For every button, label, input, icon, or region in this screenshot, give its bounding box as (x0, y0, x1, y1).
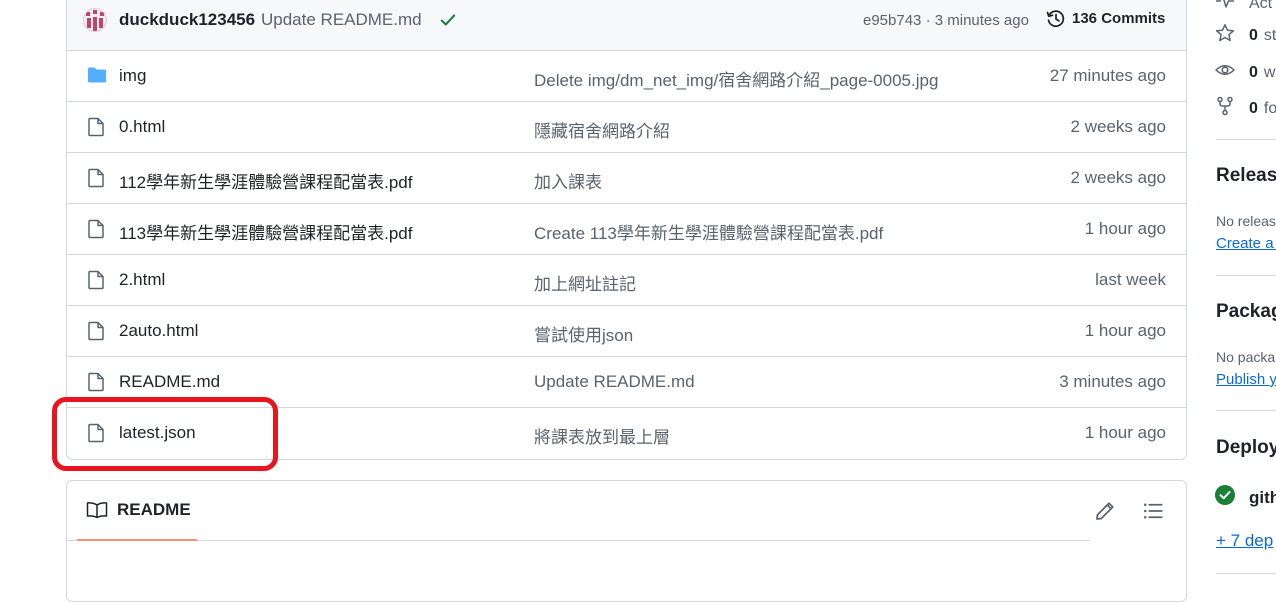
file-row[interactable]: 113學年新生學涯體驗營課程配當表.pdf Create 113學年新生學涯體驗… (67, 204, 1186, 255)
file-icon (87, 219, 105, 244)
star-icon (1215, 23, 1235, 48)
list-unordered-icon[interactable] (1143, 501, 1163, 526)
sidebar-divider (1216, 275, 1276, 276)
file-commit-message[interactable]: Create 113學年新生學涯體驗營課程配當表.pdf (534, 219, 883, 244)
forks-count: 0 (1249, 99, 1258, 117)
file-name[interactable]: 0.html (119, 117, 165, 137)
file-icon (87, 423, 105, 448)
file-row[interactable]: 0.html 隱藏宿舍網路介紹 2 weeks ago (67, 102, 1186, 153)
file-row[interactable]: img Delete img/dm_net_img/宿舍網路介紹_page-00… (67, 51, 1186, 102)
sidebar-divider (1216, 139, 1276, 140)
readme-panel: README (66, 480, 1187, 602)
file-commit-time: 27 minutes ago (1049, 66, 1166, 85)
deployment-item[interactable]: gith (1215, 485, 1276, 510)
pulse-icon (1215, 0, 1235, 15)
file-icon (87, 270, 105, 295)
readme-title: README (117, 500, 191, 519)
file-name[interactable]: README.md (119, 372, 220, 392)
check-icon[interactable] (439, 11, 457, 34)
folder-icon (87, 66, 107, 89)
file-commit-time: 2 weeks ago (1070, 168, 1166, 187)
file-icon (87, 372, 105, 397)
file-commit-message[interactable]: 將課表放到最上層 (534, 423, 670, 448)
success-check-icon (1215, 485, 1235, 510)
sidebar-forks[interactable]: 0 fo (1215, 96, 1276, 121)
file-commit-time: last week (1095, 270, 1166, 289)
file-row[interactable]: 2auto.html 嘗試使用json 1 hour ago (67, 306, 1186, 357)
file-row[interactable]: 112學年新生學涯體驗營課程配當表.pdf 加入課表 2 weeks ago (67, 153, 1186, 204)
file-commit-time: 3 minutes ago (1059, 372, 1166, 391)
releases-empty-text: No releas (1216, 213, 1276, 229)
readme-header: README (67, 481, 1090, 541)
deployments-heading[interactable]: Deploy (1216, 437, 1276, 459)
commit-sha-time[interactable]: e95b743 · 3 minutes ago (863, 12, 1029, 29)
watching-label: w (1263, 63, 1276, 81)
pencil-icon[interactable] (1095, 501, 1115, 526)
file-icon (87, 168, 105, 193)
sidebar-divider (1216, 573, 1276, 574)
file-row[interactable]: latest.json 將課表放到最上層 1 hour ago (67, 408, 1186, 458)
file-commit-message[interactable]: Update README.md (534, 372, 695, 392)
repo-sidebar: Act 0 st 0 w 0 fo Releas No releas Creat… (1215, 0, 1276, 581)
publish-package-link[interactable]: Publish yo (1216, 371, 1276, 388)
packages-empty-text: No packa (1216, 349, 1276, 365)
file-commit-time: 1 hour ago (1084, 423, 1166, 442)
author-avatar[interactable] (83, 8, 107, 32)
file-commit-message[interactable]: 加入課表 (534, 168, 602, 193)
file-commit-time: 1 hour ago (1084, 321, 1166, 340)
packages-heading[interactable]: Packag (1216, 301, 1276, 323)
latest-commit-bar: duckduck123456 Update README.md e95b743 … (67, 0, 1186, 51)
file-icon (87, 117, 105, 142)
releases-heading[interactable]: Releas (1216, 165, 1276, 187)
file-name[interactable]: 2auto.html (119, 321, 198, 341)
file-row[interactable]: README.md Update README.md 3 minutes ago (67, 357, 1186, 408)
sidebar-activity[interactable]: Act (1215, 0, 1272, 15)
stars-count: 0 (1249, 26, 1258, 44)
file-commit-message[interactable]: 嘗試使用json (534, 321, 633, 346)
file-browser: duckduck123456 Update README.md e95b743 … (66, 0, 1187, 460)
watching-count: 0 (1249, 63, 1258, 81)
stars-label: st (1263, 26, 1276, 44)
fork-icon (1215, 96, 1235, 121)
sidebar-watching[interactable]: 0 w (1215, 60, 1275, 85)
file-name[interactable]: 2.html (119, 270, 165, 290)
more-deployments-link[interactable]: + 7 dep (1216, 531, 1273, 551)
eye-icon (1215, 60, 1235, 85)
file-commit-time: 2 weeks ago (1070, 117, 1166, 136)
file-commit-message[interactable]: Delete img/dm_net_img/宿舍網路介紹_page-0005.j… (534, 66, 938, 91)
file-name[interactable]: 112學年新生學涯體驗營課程配當表.pdf (119, 168, 412, 193)
readme-tab[interactable]: README (77, 481, 197, 541)
file-name[interactable]: 113學年新生學涯體驗營課程配當表.pdf (119, 219, 412, 244)
deployment-name: gith (1249, 487, 1276, 507)
forks-label: fo (1263, 99, 1276, 117)
sidebar-divider (1216, 410, 1276, 411)
file-row[interactable]: 2.html 加上網址註記 last week (67, 255, 1186, 306)
book-icon (86, 501, 108, 524)
create-release-link[interactable]: Create a n (1216, 235, 1276, 252)
sidebar-activity-label: Act (1249, 0, 1273, 12)
commit-message[interactable]: Update README.md (261, 10, 422, 30)
commit-author[interactable]: duckduck123456 (119, 10, 255, 30)
history-icon[interactable] (1046, 9, 1066, 34)
file-commit-message[interactable]: 隱藏宿舍網路介紹 (534, 117, 670, 142)
commits-link[interactable]: 136 Commits (1072, 10, 1165, 27)
file-name[interactable]: img (119, 66, 146, 86)
file-commit-time: 1 hour ago (1084, 219, 1166, 238)
file-commit-message[interactable]: 加上網址註記 (534, 270, 636, 295)
file-name[interactable]: latest.json (119, 423, 196, 443)
file-icon (87, 321, 105, 346)
sidebar-stars[interactable]: 0 st (1215, 23, 1276, 48)
